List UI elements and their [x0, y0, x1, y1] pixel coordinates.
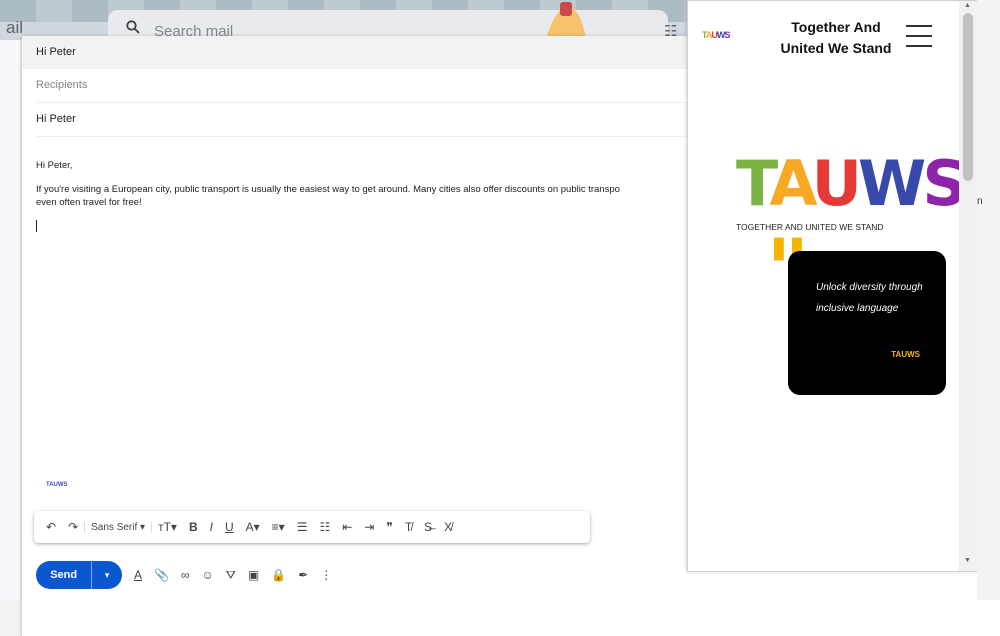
- emoji-icon[interactable]: ☺: [196, 568, 220, 582]
- left-nav: [0, 40, 20, 600]
- align-icon[interactable]: ≡▾: [266, 511, 291, 543]
- redo-icon[interactable]: ↷: [62, 511, 84, 543]
- extension-logo-small: TAUWS: [702, 30, 730, 40]
- remove-format-icon[interactable]: X̸: [438, 511, 458, 543]
- attach-icon[interactable]: 📎: [148, 568, 175, 582]
- chevron-down-icon: ▾: [140, 521, 146, 533]
- quote-author: TAUWS: [891, 350, 920, 359]
- text-cursor: [36, 220, 37, 232]
- indent-more-icon[interactable]: ⇥: [358, 511, 380, 543]
- font-size-icon[interactable]: тT▾: [152, 511, 183, 543]
- send-options-chevron-icon[interactable]: ▾: [91, 561, 122, 589]
- bold-button[interactable]: B: [183, 511, 204, 543]
- scroll-up-icon[interactable]: ▲: [964, 2, 971, 9]
- logo-letter-a: A: [769, 147, 815, 220]
- logo-letter: S: [724, 30, 730, 40]
- font-select[interactable]: Sans Serif ▾: [84, 521, 153, 533]
- body-line-1: If you're visiting a European city, publ…: [36, 184, 620, 195]
- extension-title: Together And United We Stand: [746, 17, 926, 59]
- undo-icon[interactable]: ↶: [40, 511, 62, 543]
- photo-icon[interactable]: ▣: [242, 568, 265, 582]
- logo-letter-w: W: [857, 147, 926, 220]
- logo-letter-u: U: [811, 147, 862, 220]
- tauws-logo: TAUWS: [736, 151, 967, 217]
- formatting-options-icon[interactable]: A: [128, 568, 148, 582]
- send-button-group: Send ▾: [36, 561, 122, 589]
- strikethrough-icon[interactable]: S̶: [418, 511, 438, 543]
- quote-text: Unlock diversity through inclusive langu…: [816, 282, 923, 314]
- quote-icon[interactable]: ❞: [380, 511, 398, 543]
- signature-icon[interactable]: ✒: [292, 568, 314, 582]
- extension-panel: TAUWS Together And United We Stand TAUWS…: [687, 0, 979, 572]
- clear-format-icon[interactable]: T̸: [399, 511, 418, 543]
- quote-card: Unlock diversity through inclusive langu…: [788, 251, 946, 395]
- link-icon[interactable]: ∞: [175, 568, 196, 582]
- compose-bottom-toolbar: A 📎 ∞ ☺ ⛛ ▣ 🔒 ✒ ⋮: [128, 561, 338, 589]
- formatting-toolbar: ↶ ↷ Sans Serif ▾ тT▾ B I U A▾ ≡▾ ☰ ☷ ⇤ ⇥…: [34, 511, 590, 543]
- beach-decoration-icon: [546, 2, 586, 38]
- numbered-list-icon[interactable]: ☰: [291, 511, 314, 543]
- scroll-down-icon[interactable]: ▼: [964, 557, 971, 564]
- clipped-body-text: n: [977, 196, 983, 207]
- logo-letter-t: T: [736, 147, 774, 220]
- extension-title-line-2: United We Stand: [780, 40, 892, 56]
- hamburger-menu-icon[interactable]: [906, 25, 932, 47]
- scroll-thumb[interactable]: [963, 13, 973, 181]
- drive-icon[interactable]: ⛛: [220, 568, 242, 583]
- signature-logo: TAUWS: [46, 482, 68, 488]
- bulleted-list-icon[interactable]: ☷: [313, 511, 336, 543]
- send-button[interactable]: Send: [36, 569, 91, 581]
- search-icon[interactable]: [126, 20, 140, 34]
- font-select-label: Sans Serif: [91, 521, 138, 533]
- body-line-2: even often travel for free!: [36, 197, 142, 208]
- indent-less-icon[interactable]: ⇤: [336, 511, 358, 543]
- italic-button[interactable]: I: [204, 511, 219, 543]
- text-color-icon[interactable]: A▾: [240, 511, 266, 543]
- extension-title-line-1: Together And: [791, 19, 881, 35]
- page-right-edge: n: [977, 0, 1000, 600]
- extension-scrollbar[interactable]: ▲ ▼: [959, 1, 977, 571]
- gmail-logo[interactable]: ail: [6, 18, 23, 38]
- more-options-icon[interactable]: ⋮: [314, 568, 338, 582]
- lock-icon[interactable]: 🔒: [265, 568, 292, 582]
- logo-letter-s: S: [922, 147, 967, 220]
- underline-button[interactable]: U: [219, 511, 240, 543]
